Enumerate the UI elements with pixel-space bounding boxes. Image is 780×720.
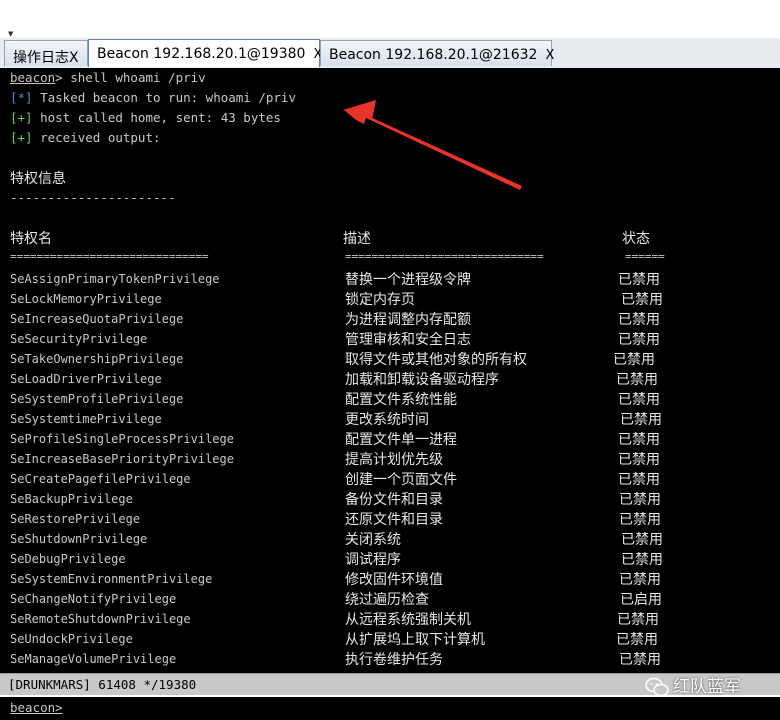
status-text: [DRUNKMARS] 61408 */19380 (8, 677, 197, 692)
tab-bar: 操作日志X Beacon 192.168.20.1@19380 X Beacon … (0, 38, 780, 68)
tab-beacon-21632[interactable]: Beacon 192.168.20.1@21632 X (320, 40, 554, 66)
wechat-icon (645, 677, 669, 697)
command-input[interactable]: beacon> (0, 695, 780, 720)
tab-event-log[interactable]: 操作日志X (4, 40, 88, 66)
tab-label: 操作日志X (13, 50, 79, 66)
watermark: 红队蓝军 (645, 672, 741, 697)
terminal-output[interactable]: beacon> shell whoami /priv [*] Tasked be… (0, 68, 780, 673)
red-arrow-annotation (343, 100, 522, 190)
window-top-strip: ▼ (0, 0, 780, 39)
watermark-text: 红队蓝军 (673, 677, 741, 697)
tab-label: Beacon 192.168.20.1@21632 (329, 47, 538, 63)
chevron-down-icon[interactable]: ▼ (8, 30, 13, 38)
tab-label: Beacon 192.168.20.1@19380 (97, 46, 306, 62)
input-prompt: beacon> (10, 700, 63, 715)
tab-beacon-19380[interactable]: Beacon 192.168.20.1@19380 X (88, 39, 322, 67)
close-icon[interactable]: X (545, 48, 554, 63)
